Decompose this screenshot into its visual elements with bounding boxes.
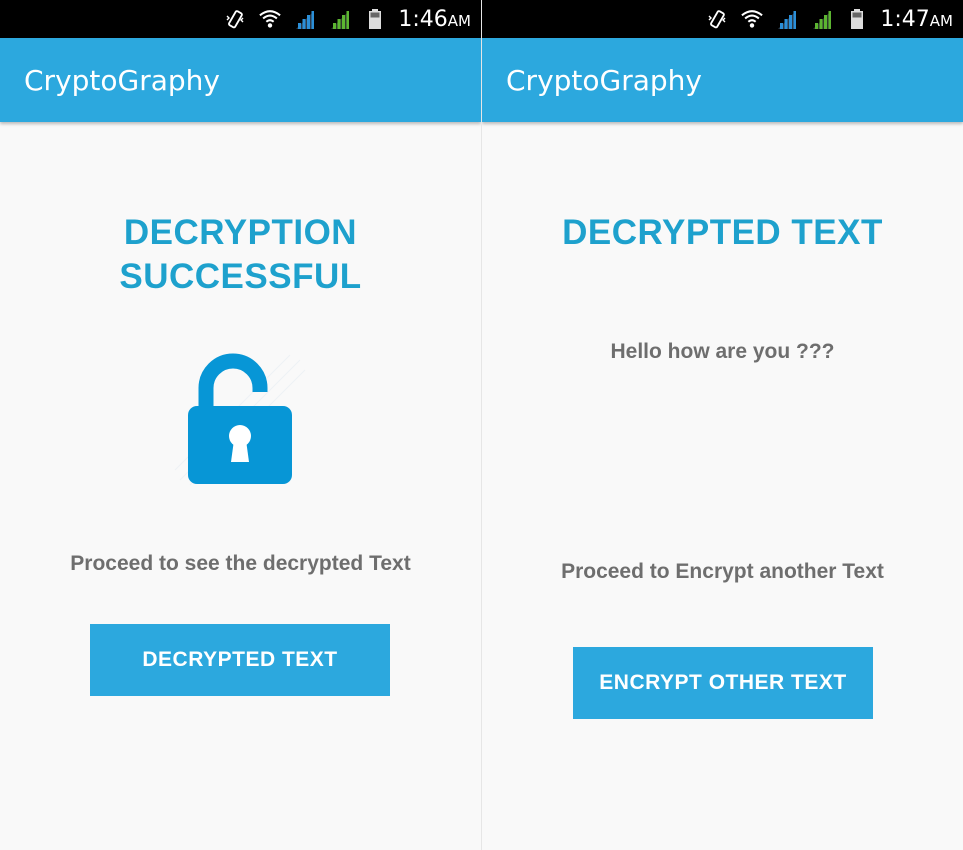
- battery-icon: [369, 9, 382, 29]
- clock: 1:47AM: [880, 7, 953, 32]
- app-bar: CryptoGraphy: [482, 38, 963, 122]
- decrypted-text-value: Hello how are you ???: [610, 340, 835, 363]
- clock-ampm: AM: [447, 11, 471, 30]
- status-bar: 1:47AM: [482, 0, 963, 38]
- vibrate-icon: [708, 10, 726, 29]
- clock: 1:46AM: [398, 7, 471, 32]
- decrypted-text-heading: DECRYPTED TEXT: [562, 213, 883, 252]
- signal-sim1-icon: [296, 11, 315, 29]
- left-screen: 1:46AM CryptoGraphy DECRYPTION SUCCESSFU…: [0, 0, 481, 850]
- decryption-heading-line1: DECRYPTION: [123, 213, 358, 252]
- wifi-icon: [259, 10, 282, 28]
- app-title: CryptoGraphy: [506, 64, 702, 97]
- signal-sim2-icon: [331, 11, 350, 29]
- status-bar: 1:46AM: [0, 0, 481, 38]
- decryption-heading-line2: SUCCESSFUL: [119, 257, 362, 296]
- unlocked-padlock-icon: [174, 353, 306, 486]
- signal-sim1-icon: [778, 11, 797, 29]
- battery-icon: [851, 9, 864, 29]
- signal-sim2-icon: [813, 11, 832, 29]
- wifi-icon: [741, 10, 764, 28]
- proceed-message: Proceed to Encrypt another Text: [561, 560, 884, 583]
- right-screen: 1:47AM CryptoGraphy DECRYPTED TEXT Hello…: [482, 0, 963, 850]
- app-bar: CryptoGraphy: [0, 38, 481, 122]
- clock-time: 1:47: [880, 6, 930, 32]
- clock-time: 1:46: [398, 6, 448, 32]
- proceed-message: Proceed to see the decrypted Text: [70, 552, 411, 575]
- clock-ampm: AM: [929, 11, 953, 30]
- encrypt-other-text-button[interactable]: ENCRYPT OTHER TEXT: [573, 647, 873, 719]
- vibrate-icon: [226, 10, 244, 29]
- decrypted-text-button[interactable]: DECRYPTED TEXT: [90, 624, 390, 696]
- app-title: CryptoGraphy: [24, 64, 220, 97]
